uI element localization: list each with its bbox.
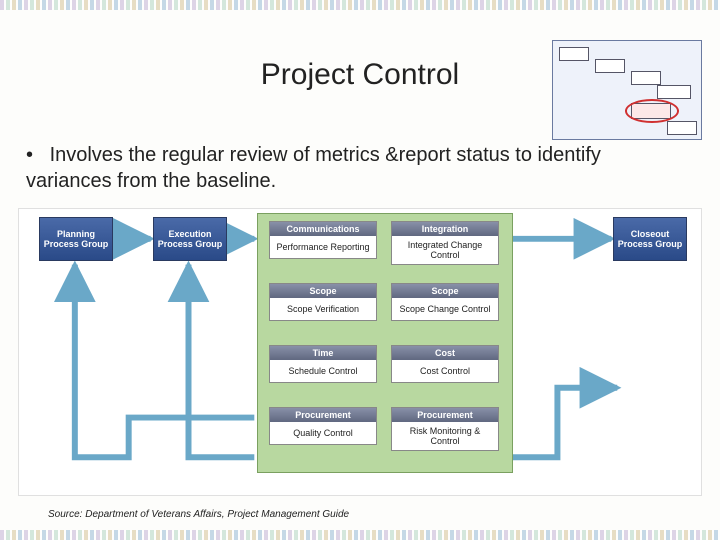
lifecycle-thumbnail [552,40,702,140]
cell-body: Cost Control [392,360,498,382]
cell-body: Schedule Control [270,360,376,382]
decoration-top-stripe [0,0,720,10]
cell-communications: Communications Performance Reporting [269,221,377,259]
cell-header: Integration [392,222,498,236]
cell-body: Scope Change Control [392,298,498,320]
cell-header: Scope [270,284,376,298]
cell-header: Procurement [270,408,376,422]
cell-body: Quality Control [270,422,376,444]
source-citation: Source: Department of Veterans Affairs, … [48,509,349,520]
cell-header: Communications [270,222,376,236]
box-execution: Execution Process Group [153,217,227,261]
bullet-icon: • [26,142,44,168]
cell-body: Scope Verification [270,298,376,320]
cell-body: Integrated Change Control [392,236,498,264]
cell-header: Time [270,346,376,360]
cell-integration: Integration Integrated Change Control [391,221,499,265]
cell-body: Risk Monitoring & Control [392,422,498,450]
bullet-text: • Involves the regular review of metrics… [26,142,680,194]
cell-body: Performance Reporting [270,236,376,258]
cell-scope-change: Scope Scope Change Control [391,283,499,321]
cell-header: Cost [392,346,498,360]
cell-scope-verification: Scope Scope Verification [269,283,377,321]
process-diagram: Planning Process Group Execution Process… [18,208,702,496]
cell-procurement-risk: Procurement Risk Monitoring & Control [391,407,499,451]
cell-cost: Cost Cost Control [391,345,499,383]
cell-time: Time Schedule Control [269,345,377,383]
bullet-content: Involves the regular review of metrics &… [26,144,601,192]
cell-procurement-quality: Procurement Quality Control [269,407,377,445]
box-planning: Planning Process Group [39,217,113,261]
cell-header: Procurement [392,408,498,422]
cell-header: Scope [392,284,498,298]
decoration-bottom-stripe [0,530,720,540]
box-closeout: Closeout Process Group [613,217,687,261]
